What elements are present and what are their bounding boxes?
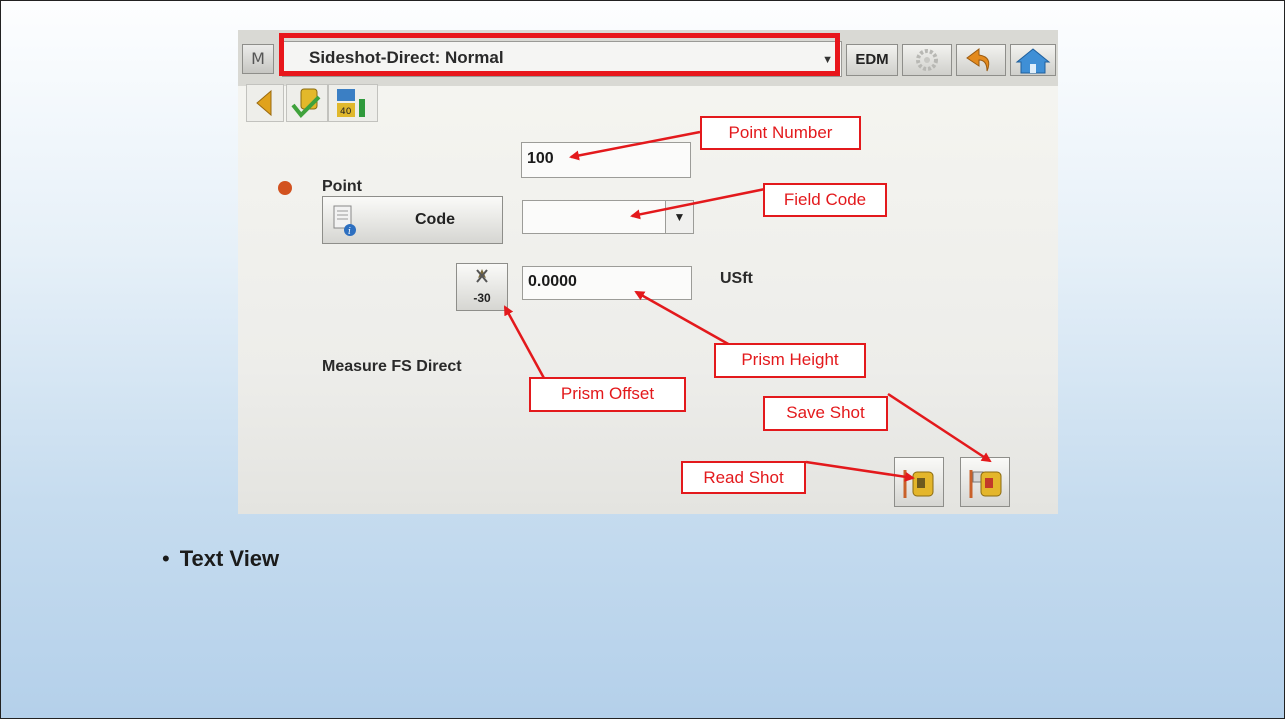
mode-select-highlight <box>279 33 840 76</box>
save-shot-icon <box>969 470 1002 498</box>
prism-offset-button[interactable]: -30 <box>456 263 508 311</box>
save-shot-callout: Save Shot <box>763 396 888 431</box>
svg-text:i: i <box>348 227 351 237</box>
chevron-down-icon[interactable]: ▼ <box>665 201 693 233</box>
prism-offset-value: -30 <box>473 291 491 305</box>
point-number-callout: Point Number <box>700 116 861 150</box>
device-screen: M Sideshot-Direct: Normal ▼ EDM 40 Point… <box>238 30 1058 514</box>
home-button[interactable] <box>1010 44 1056 76</box>
back-button[interactable] <box>246 84 284 122</box>
survey-check-button[interactable] <box>286 84 328 122</box>
svg-text:40: 40 <box>340 107 352 117</box>
prism-offset-callout: Prism Offset <box>529 377 686 412</box>
home-icon <box>1015 48 1051 74</box>
undo-button[interactable] <box>956 44 1006 76</box>
read-shot-callout: Read Shot <box>681 461 806 494</box>
instrument-check-icon <box>291 88 321 118</box>
save-shot-button[interactable] <box>960 457 1010 507</box>
back-arrow-icon <box>256 89 272 117</box>
prism-height-callout: Prism Height <box>714 343 866 378</box>
units-label: USft <box>720 270 753 287</box>
storage-icon: 40 <box>337 89 365 117</box>
menu-button[interactable]: M <box>242 44 274 74</box>
info-document-icon: i <box>333 205 356 237</box>
edm-button[interactable]: EDM <box>846 44 898 76</box>
field-code-select[interactable]: ▼ <box>522 200 694 234</box>
prism-height-input[interactable]: 0.0000 <box>522 266 692 300</box>
bullet-text-view: • Text View <box>162 546 279 572</box>
point-number-input[interactable]: 100 <box>521 142 691 178</box>
bullet-marker: • <box>162 546 170 571</box>
code-button[interactable]: i Code <box>322 196 503 244</box>
prism-icon <box>476 269 488 283</box>
bullet-label: Text View <box>179 546 280 571</box>
code-button-label: Code <box>415 211 455 228</box>
measure-label: Measure FS Direct <box>322 358 462 375</box>
gear-icon <box>916 49 938 71</box>
read-shot-button[interactable] <box>894 457 944 507</box>
settings-button[interactable] <box>902 44 952 76</box>
storage-button[interactable]: 40 <box>328 84 378 122</box>
field-code-callout: Field Code <box>763 183 887 217</box>
device-photo: M Sideshot-Direct: Normal ▼ EDM 40 Point… <box>238 30 1058 514</box>
point-label: Point <box>322 178 362 195</box>
undo-arrow-icon <box>966 48 990 72</box>
read-shot-icon <box>903 470 934 498</box>
status-dot <box>278 181 292 195</box>
secondary-toolbar: 40 <box>238 80 1058 122</box>
